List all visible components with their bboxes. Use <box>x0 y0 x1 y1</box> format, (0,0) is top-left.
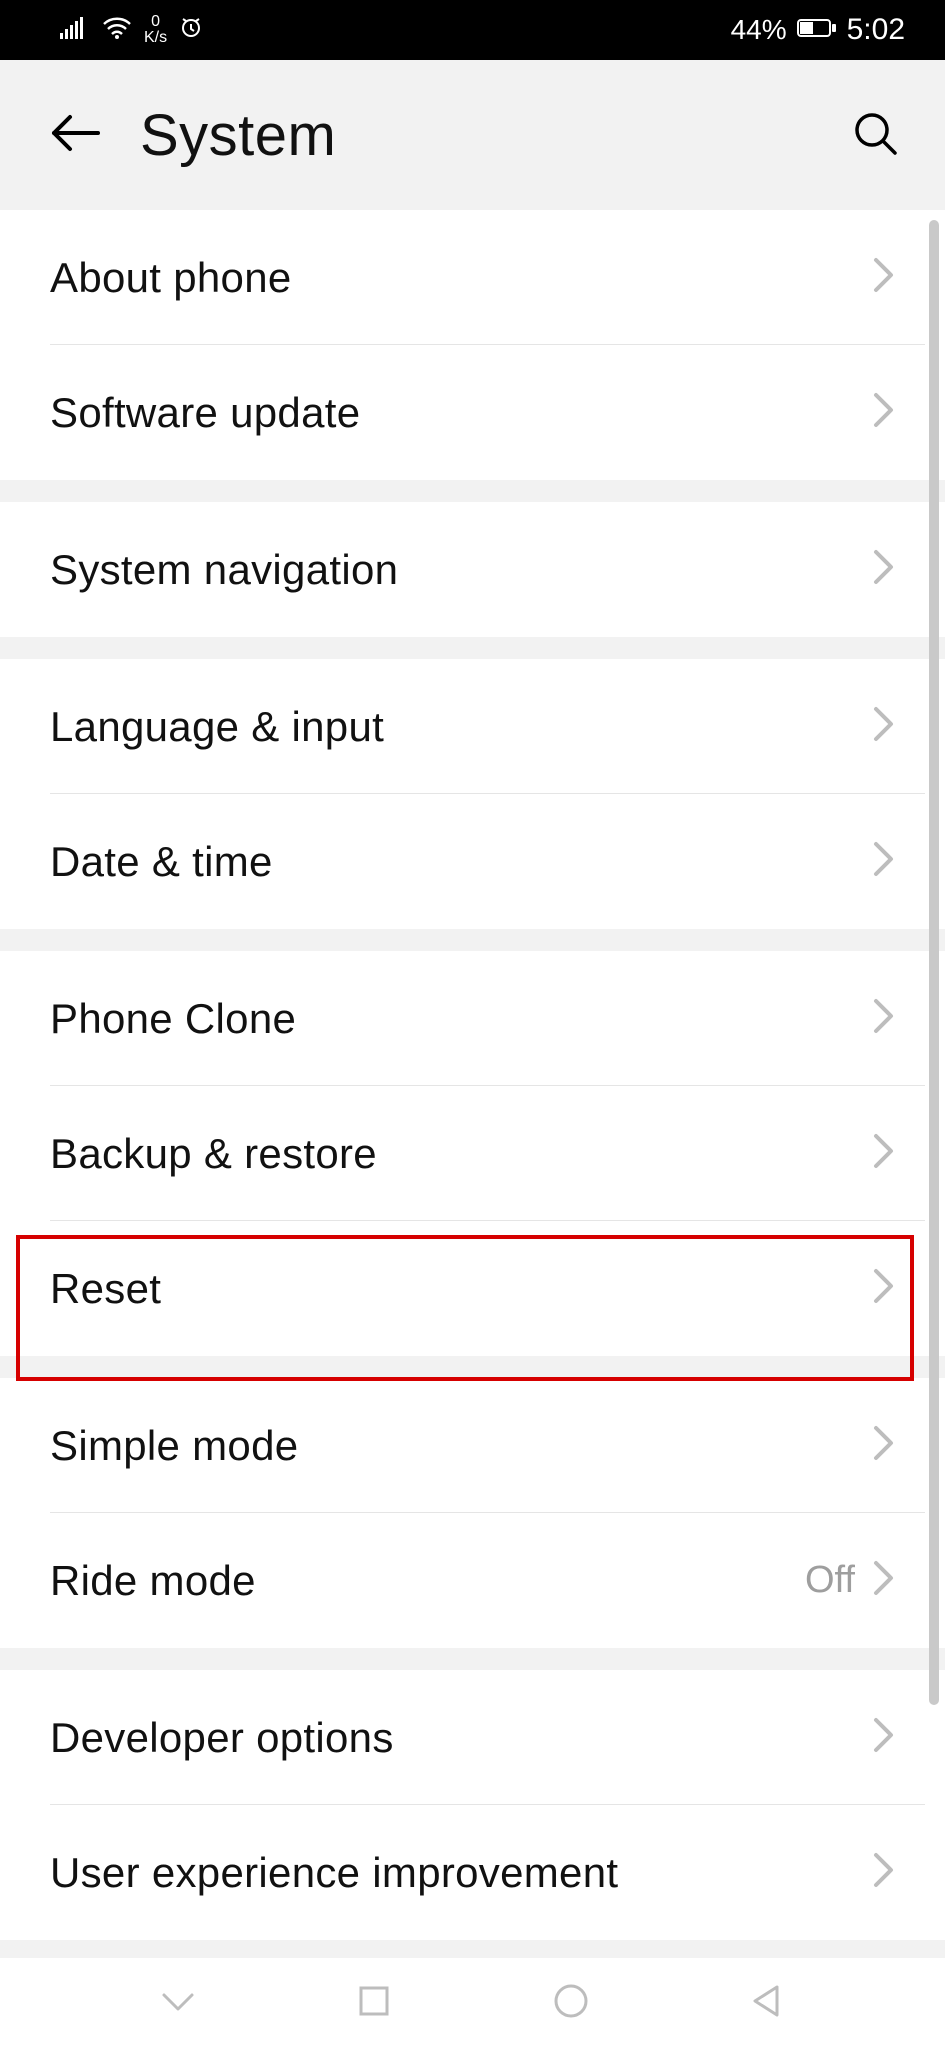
row-developer-options[interactable]: Developer options <box>0 1670 945 1805</box>
chevron-right-icon <box>873 998 895 1039</box>
battery-icon <box>797 14 837 46</box>
group-about: About phone Software update <box>0 210 945 480</box>
row-label: Ride mode <box>50 1557 256 1605</box>
row-label: Software update <box>50 389 360 437</box>
row-reset[interactable]: Reset <box>0 1221 945 1356</box>
chevron-right-icon <box>873 1717 895 1758</box>
row-system-navigation[interactable]: System navigation <box>0 502 945 637</box>
row-label: Simple mode <box>50 1422 298 1470</box>
row-date-time[interactable]: Date & time <box>0 794 945 929</box>
circle-icon <box>551 1981 591 2026</box>
network-speed-unit: K/s <box>144 30 167 46</box>
chevron-right-icon <box>873 706 895 747</box>
chevron-right-icon <box>873 1852 895 1893</box>
chevron-right-icon <box>873 392 895 433</box>
row-label: Developer options <box>50 1714 394 1762</box>
triangle-back-icon <box>747 1981 787 2026</box>
group-backup: Phone Clone Backup & restore Reset <box>0 951 945 1356</box>
row-software-update[interactable]: Software update <box>0 345 945 480</box>
status-bar: 0 K/s 44% 5:02 <box>0 0 945 60</box>
row-language-input[interactable]: Language & input <box>0 659 945 794</box>
row-label: Language & input <box>50 703 384 751</box>
chevron-right-icon <box>873 1425 895 1466</box>
chevron-right-icon <box>873 1268 895 1309</box>
content: About phone Software update System navig… <box>0 210 945 1940</box>
scroll-indicator[interactable] <box>929 220 939 1705</box>
group-navigation: System navigation <box>0 502 945 637</box>
back-arrow-icon <box>50 113 100 158</box>
nav-recent[interactable] <box>352 1981 396 2025</box>
square-icon <box>354 1981 394 2026</box>
page-title: System <box>140 102 336 169</box>
search-button[interactable] <box>845 105 905 165</box>
row-label: Phone Clone <box>50 995 296 1043</box>
group-modes: Simple mode Ride mode Off <box>0 1378 945 1648</box>
nav-back[interactable] <box>745 1981 789 2025</box>
nav-hide-keyboard[interactable] <box>156 1981 200 2025</box>
chevron-down-icon <box>158 1981 198 2026</box>
battery-percent: 44% <box>731 14 787 46</box>
chevron-right-icon <box>873 841 895 882</box>
row-ride-mode[interactable]: Ride mode Off <box>0 1513 945 1648</box>
status-right: 44% 5:02 <box>731 13 905 47</box>
row-label: System navigation <box>50 546 398 594</box>
chevron-right-icon <box>873 1133 895 1174</box>
row-label: Backup & restore <box>50 1130 377 1178</box>
row-label: Reset <box>50 1265 161 1313</box>
back-button[interactable] <box>40 100 110 170</box>
cellular-signal-icon <box>60 15 90 46</box>
row-user-experience-improvement[interactable]: User experience improvement <box>0 1805 945 1940</box>
row-value: Off <box>805 1559 855 1602</box>
alarm-icon <box>179 15 203 46</box>
nav-home[interactable] <box>549 1981 593 2025</box>
chevron-right-icon <box>873 1560 895 1601</box>
row-label: Date & time <box>50 838 273 886</box>
row-backup-restore[interactable]: Backup & restore <box>0 1086 945 1221</box>
group-developer: Developer options User experience improv… <box>0 1670 945 1940</box>
nav-bar <box>0 1958 945 2048</box>
status-time: 5:02 <box>847 13 905 47</box>
search-icon <box>852 110 898 161</box>
row-label: User experience improvement <box>50 1849 618 1897</box>
header: System <box>0 60 945 210</box>
network-speed-value: 0 <box>144 14 167 30</box>
chevron-right-icon <box>873 257 895 298</box>
wifi-icon <box>102 15 132 46</box>
row-phone-clone[interactable]: Phone Clone <box>0 951 945 1086</box>
status-left: 0 K/s <box>60 14 203 46</box>
network-speed-indicator: 0 K/s <box>144 14 167 46</box>
row-label: About phone <box>50 254 292 302</box>
row-simple-mode[interactable]: Simple mode <box>0 1378 945 1513</box>
row-about-phone[interactable]: About phone <box>0 210 945 345</box>
group-language: Language & input Date & time <box>0 659 945 929</box>
chevron-right-icon <box>873 549 895 590</box>
